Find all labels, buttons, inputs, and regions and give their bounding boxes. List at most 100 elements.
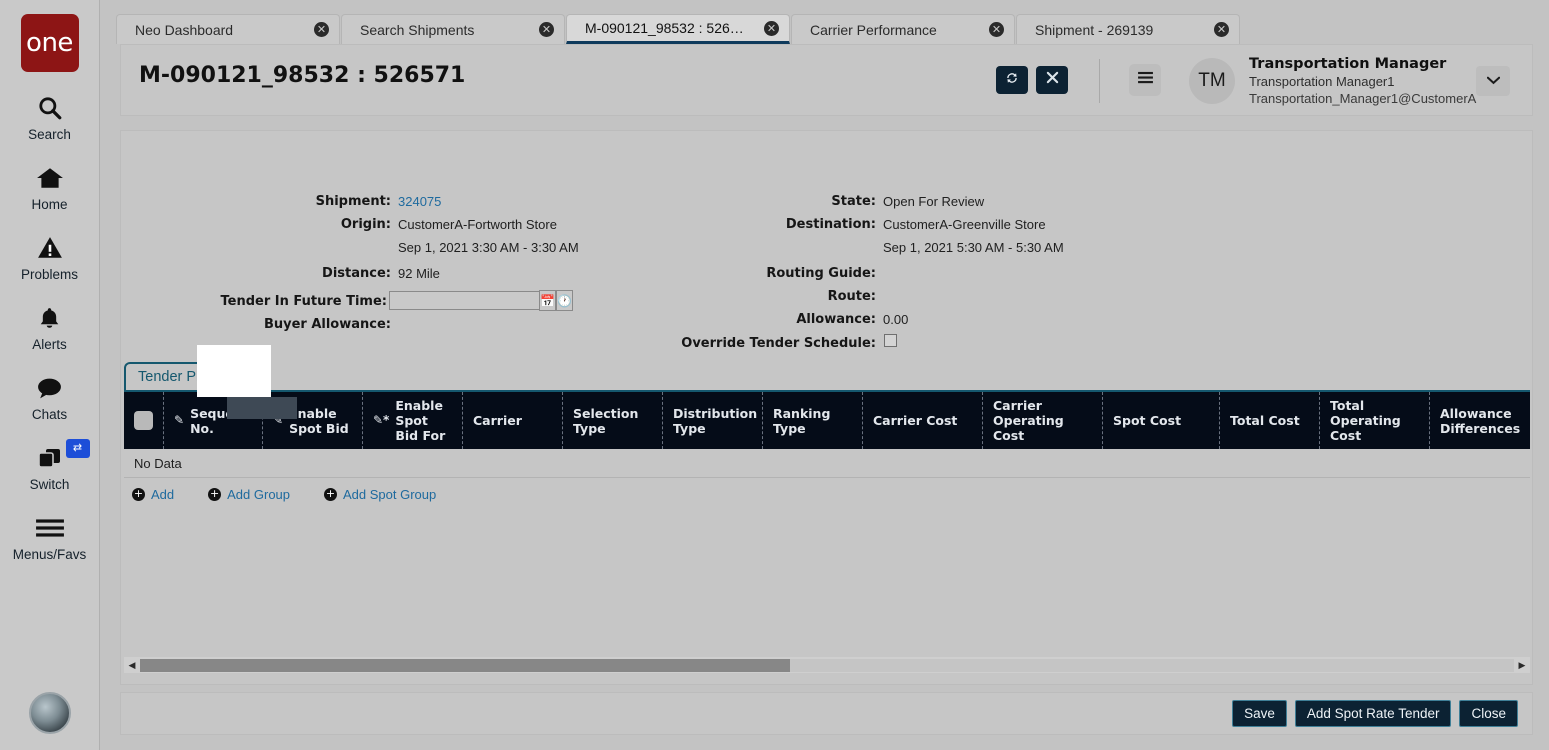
- tab-shipment-269139[interactable]: Shipment - 269139 ✕: [1016, 14, 1240, 44]
- refresh-button[interactable]: [996, 66, 1028, 94]
- field-override-tender-schedule: Override Tender Schedule:: [601, 336, 876, 351]
- grid-col-label: Total Operating Cost: [1330, 398, 1401, 443]
- left-nav-rail: one Search Home Problems Alerts Chats ⇄ …: [0, 0, 100, 750]
- chevron-down-icon: [1486, 72, 1500, 90]
- sidebar-item-switch[interactable]: ⇄ Switch: [0, 439, 100, 492]
- hamburger-menu-button[interactable]: [1129, 64, 1161, 96]
- tab-label: Carrier Performance: [810, 21, 937, 38]
- sidebar-item-label: Alerts: [32, 337, 67, 352]
- grid-col-spot-cost[interactable]: Spot Cost: [1103, 392, 1220, 449]
- close-icon: [1046, 71, 1059, 89]
- grid-col-total-cost[interactable]: Total Cost: [1220, 392, 1320, 449]
- avatar[interactable]: TM: [1189, 58, 1235, 104]
- add-button[interactable]: + Add: [132, 487, 174, 502]
- sidebar-item-alerts[interactable]: Alerts: [0, 302, 100, 352]
- sidebar-item-problems[interactable]: Problems: [0, 232, 100, 282]
- tab-label: Shipment - 269139: [1035, 21, 1154, 38]
- scroll-right-icon[interactable]: ▶: [1514, 657, 1530, 673]
- chat-icon: [33, 372, 67, 404]
- home-icon: [33, 162, 67, 194]
- grid-col-select-all[interactable]: [124, 392, 164, 449]
- grid-col-label: Selection Type: [573, 405, 639, 436]
- user-name: Transportation Manager1: [1249, 74, 1395, 89]
- close-page-button[interactable]: [1036, 66, 1068, 94]
- grid-col-carrier-cost[interactable]: Carrier Cost: [863, 392, 983, 449]
- footer-action-bar: Save Add Spot Rate Tender Close: [120, 692, 1533, 735]
- tab-search-shipments[interactable]: Search Shipments ✕: [341, 14, 565, 44]
- sidebar-item-label: Search: [28, 127, 71, 142]
- grid-empty-row: No Data: [124, 449, 1530, 478]
- field-value: 92 Mile: [398, 266, 440, 281]
- field-state: State:: [601, 194, 876, 209]
- tender-in-future-time-input[interactable]: [389, 290, 539, 310]
- add-group-button[interactable]: + Add Group: [208, 487, 290, 502]
- field-value: CustomerA-Greenville Store: [883, 217, 1046, 232]
- avatar[interactable]: [29, 692, 71, 734]
- field-label: Route:: [827, 289, 876, 304]
- add-group-button-label: Add Group: [227, 486, 291, 502]
- close-icon[interactable]: ✕: [539, 22, 554, 37]
- tab-carrier-performance[interactable]: Carrier Performance ✕: [791, 14, 1015, 44]
- hamburger-icon: [1137, 71, 1154, 89]
- sidebar-item-home[interactable]: Home: [0, 162, 100, 212]
- grid-col-label: Carrier Operating Cost: [993, 398, 1064, 443]
- plus-icon: +: [324, 486, 338, 501]
- override-tender-schedule-checkbox[interactable]: [884, 334, 897, 347]
- select-all-checkbox[interactable]: [134, 411, 153, 430]
- grid-col-label: Spot Cost: [1113, 413, 1182, 428]
- refresh-icon: [1004, 70, 1020, 91]
- shipment-link[interactable]: 324075: [398, 194, 441, 209]
- add-spot-rate-tender-button[interactable]: Add Spot Rate Tender: [1294, 700, 1452, 727]
- field-label: Routing Guide:: [766, 266, 876, 281]
- page-title: M-090121_98532 : 526571: [139, 63, 466, 88]
- scrollbar-thumb[interactable]: [140, 658, 790, 672]
- close-icon[interactable]: ✕: [764, 20, 779, 36]
- bell-icon: [33, 302, 67, 334]
- sidebar-item-chats[interactable]: Chats: [0, 372, 100, 422]
- origin-window-value: Sep 1, 2021 3:30 AM - 3:30 AM: [398, 240, 579, 255]
- tab-neo-dashboard[interactable]: Neo Dashboard ✕: [116, 14, 340, 44]
- grid-col-enable-spot-bid-for[interactable]: ✎* Enable Spot Bid For: [363, 392, 463, 449]
- add-button-label: Add: [151, 486, 175, 502]
- field-destination: Destination:: [601, 217, 876, 232]
- tender-plan-grid: ✎ Sequence No. ✎ Enable Spot Bid ✎* Enab…: [124, 390, 1530, 681]
- close-icon[interactable]: ✕: [1214, 22, 1229, 37]
- sidebar-item-menus-favs[interactable]: Menus/Favs: [0, 512, 100, 562]
- field-label: Origin:: [340, 217, 391, 232]
- user-menu-button[interactable]: [1476, 66, 1510, 96]
- plus-icon: +: [132, 486, 145, 501]
- scroll-left-icon[interactable]: ◀: [124, 657, 140, 673]
- sidebar-item-search[interactable]: Search: [0, 92, 100, 142]
- switch-badge-icon[interactable]: ⇄: [65, 439, 90, 458]
- grid-horizontal-scrollbar[interactable]: ◀ ▶: [124, 657, 1530, 673]
- grid-col-carrier[interactable]: Carrier: [463, 392, 563, 449]
- column-drag-indicator: [227, 397, 297, 419]
- brand-logo-text: one: [26, 28, 73, 58]
- close-button[interactable]: Close: [1459, 700, 1518, 727]
- no-data-text: No Data: [134, 455, 182, 471]
- clock-icon[interactable]: 🕐: [556, 290, 573, 311]
- field-label: Buyer Allowance:: [263, 317, 391, 332]
- tab-label: Neo Dashboard: [135, 21, 234, 38]
- grid-col-selection-type[interactable]: Selection Type: [563, 392, 663, 449]
- close-icon[interactable]: ✕: [989, 22, 1004, 37]
- tab-m090121-98532-526571[interactable]: M-090121_98532 : 526571 ✕: [566, 14, 790, 44]
- avatar-initials: TM: [1198, 70, 1226, 91]
- brand-logo[interactable]: one: [20, 14, 79, 72]
- save-button[interactable]: Save: [1232, 700, 1287, 727]
- main-panel: M-090121_98532 : 526571 TM Transportatio…: [120, 44, 1533, 735]
- grid-col-carrier-operating-cost[interactable]: Carrier Operating Cost: [983, 392, 1103, 449]
- field-value: Open For Review: [883, 194, 985, 209]
- page-header: M-090121_98532 : 526571 TM Transportatio…: [120, 44, 1533, 116]
- add-spot-group-button[interactable]: + Add Spot Group: [324, 487, 436, 502]
- grid-col-allowance-differences[interactable]: Allowance Differences: [1430, 392, 1530, 449]
- calendar-icon[interactable]: 📅: [539, 290, 556, 311]
- grid-col-ranking-type[interactable]: Ranking Type: [763, 392, 863, 449]
- close-icon[interactable]: ✕: [314, 22, 329, 37]
- add-spot-group-button-label: Add Spot Group: [343, 486, 437, 502]
- field-tender-in-future-time: Tender In Future Time:: [121, 294, 388, 309]
- tooltip-overlay: [197, 345, 271, 397]
- scrollbar-track[interactable]: [140, 658, 1514, 672]
- grid-col-distribution-type[interactable]: Distribution Type: [663, 392, 763, 449]
- grid-col-total-operating-cost[interactable]: Total Operating Cost: [1320, 392, 1430, 449]
